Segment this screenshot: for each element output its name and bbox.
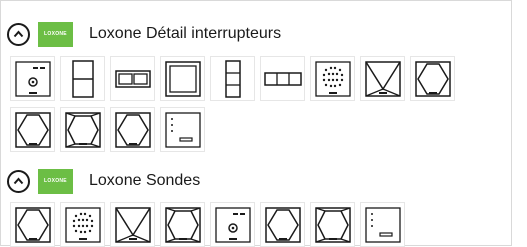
switch-2-horizontal-icon bbox=[114, 69, 151, 88]
library-tile[interactable] bbox=[60, 107, 105, 152]
loxone-logo: LOXONE bbox=[38, 21, 73, 47]
library-tile[interactable] bbox=[410, 56, 455, 101]
library-panel: LOXONE Loxone Détail interrupteurs LOXON… bbox=[0, 0, 512, 247]
touch-surface-icon bbox=[364, 206, 401, 243]
chevron-up-icon bbox=[13, 30, 24, 38]
group-title: Loxone Sondes bbox=[89, 172, 201, 189]
collapse-button[interactable] bbox=[7, 169, 30, 193]
library-tile[interactable] bbox=[260, 56, 305, 101]
group-title: Loxone Détail interrupteurs bbox=[89, 25, 282, 42]
touch-corners-x-icon bbox=[364, 60, 401, 97]
library-tile[interactable] bbox=[210, 202, 255, 247]
group-header-sondes[interactable]: LOXONE Loxone Sondes bbox=[7, 166, 200, 196]
touch-hex-icon bbox=[114, 111, 151, 148]
library-tile[interactable] bbox=[110, 107, 155, 152]
switch-3-horizontal-icon bbox=[263, 71, 302, 86]
chevron-up-icon bbox=[13, 177, 24, 185]
tile-row bbox=[10, 56, 460, 101]
library-tile[interactable] bbox=[10, 202, 55, 247]
library-tile[interactable] bbox=[60, 202, 105, 247]
library-tile[interactable] bbox=[260, 202, 305, 247]
library-tile[interactable] bbox=[160, 56, 205, 101]
library-tile[interactable] bbox=[210, 56, 255, 101]
library-tile[interactable] bbox=[360, 202, 405, 247]
touch-surface-icon bbox=[164, 111, 201, 148]
touch-hex-icon bbox=[14, 206, 51, 243]
touch-hex-icon bbox=[414, 60, 451, 97]
touch-hex-full-icon bbox=[164, 206, 201, 243]
tile-row bbox=[10, 107, 210, 152]
dot-grid-icon bbox=[64, 206, 101, 243]
collapse-button[interactable] bbox=[7, 22, 30, 46]
touch-corners-x-icon bbox=[114, 206, 151, 243]
presence-sensor-icon bbox=[14, 60, 51, 97]
touch-hex-icon bbox=[264, 206, 301, 243]
library-tile[interactable] bbox=[310, 202, 355, 247]
touch-hex-full-icon bbox=[314, 206, 351, 243]
touch-hex-icon bbox=[14, 111, 51, 148]
library-tile[interactable] bbox=[110, 202, 155, 247]
switch-1-square-icon bbox=[164, 60, 201, 97]
library-tile[interactable] bbox=[160, 107, 205, 152]
library-tile[interactable] bbox=[160, 202, 205, 247]
tile-row bbox=[10, 202, 410, 247]
switch-2-vertical-icon bbox=[71, 59, 94, 98]
library-tile[interactable] bbox=[110, 56, 155, 101]
library-tile[interactable] bbox=[360, 56, 405, 101]
library-tile[interactable] bbox=[310, 56, 355, 101]
library-tile[interactable] bbox=[10, 107, 55, 152]
switch-3-vertical-icon bbox=[224, 59, 241, 98]
presence-sensor-icon bbox=[214, 206, 251, 243]
library-tile[interactable] bbox=[60, 56, 105, 101]
dot-grid-icon bbox=[314, 60, 351, 97]
touch-hex-full-icon bbox=[64, 111, 101, 148]
loxone-logo: LOXONE bbox=[38, 168, 73, 194]
group-header-interrupteurs[interactable]: LOXONE Loxone Détail interrupteurs bbox=[7, 19, 281, 49]
library-tile[interactable] bbox=[10, 56, 55, 101]
